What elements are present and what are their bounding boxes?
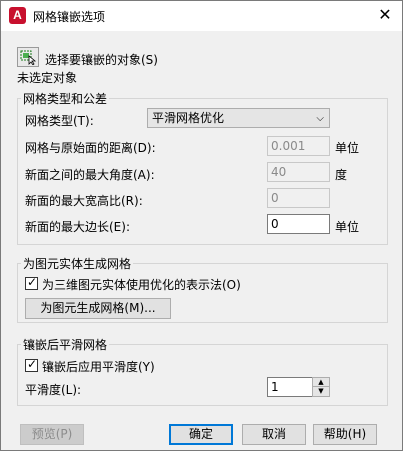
select-objects-label: 选择要镶嵌的对象(S): [45, 53, 158, 67]
checkmark-icon: ✓: [27, 357, 38, 371]
aspect-ratio-field[interactable]: 0: [267, 188, 330, 208]
generate-primitive-mesh-button[interactable]: 为图元生成网格(M)...: [25, 298, 171, 319]
cancel-button[interactable]: 取消: [242, 424, 306, 445]
smoothness-spinner[interactable]: ▲ ▼: [312, 377, 330, 397]
select-objects-icon: [20, 50, 37, 65]
distance-label: 网格与原始面的距离(D):: [25, 141, 156, 155]
primitive-group-title: 为图元实体生成网格: [21, 255, 134, 272]
preview-button[interactable]: 预览(P): [20, 424, 84, 445]
mesh-type-group-title: 网格类型和公差: [21, 90, 110, 107]
angle-field[interactable]: 40: [267, 162, 330, 182]
checkmark-icon: ✓: [27, 275, 38, 289]
optimized-representation-checkbox[interactable]: ✓: [25, 275, 38, 290]
mesh-type-label: 网格类型(T):: [25, 114, 94, 128]
smooth-group-title: 镶嵌后平滑网格: [21, 336, 110, 353]
mesh-tessellation-dialog: A 网格镶嵌选项 ✕ 选择要镶嵌的对象(S) 未选定对象 网格类型和公差 网格类…: [0, 0, 403, 451]
distance-unit: 单位: [335, 141, 360, 155]
close-icon[interactable]: ✕: [376, 6, 394, 24]
apply-smoothness-label: 镶嵌后应用平滑度(Y): [42, 360, 155, 374]
angle-unit: 度: [335, 168, 348, 182]
select-objects-button[interactable]: [17, 47, 39, 67]
edge-length-field[interactable]: 0: [267, 214, 330, 234]
aspect-ratio-label: 新面的最大宽高比(R):: [25, 194, 143, 208]
selection-status: 未选定对象: [17, 71, 78, 85]
mesh-type-select[interactable]: 平滑网格优化 ⌵: [147, 108, 330, 128]
smoothness-level-label: 平滑度(L):: [25, 383, 82, 397]
edge-length-label: 新面的最大边长(E):: [25, 220, 130, 234]
distance-field[interactable]: 0.001: [267, 136, 330, 156]
mesh-type-value: 平滑网格优化: [152, 111, 225, 125]
spin-up-icon[interactable]: ▲: [312, 378, 329, 387]
title-bar: A 网格镶嵌选项 ✕: [1, 1, 402, 31]
optimized-representation-label: 为三维图元实体使用优化的表示法(O): [42, 278, 241, 292]
autocad-app-icon: A: [9, 7, 26, 24]
apply-smoothness-checkbox[interactable]: ✓: [25, 357, 38, 372]
window-title: 网格镶嵌选项: [33, 10, 106, 24]
help-button[interactable]: 帮助(H): [313, 424, 377, 445]
edge-length-unit: 单位: [335, 220, 360, 234]
ok-button[interactable]: 确定: [169, 424, 233, 445]
chevron-down-icon: ⌵: [316, 113, 324, 124]
smoothness-level-field[interactable]: 1: [267, 377, 313, 397]
spin-down-icon[interactable]: ▼: [312, 387, 329, 396]
angle-label: 新面之间的最大角度(A):: [25, 168, 155, 182]
